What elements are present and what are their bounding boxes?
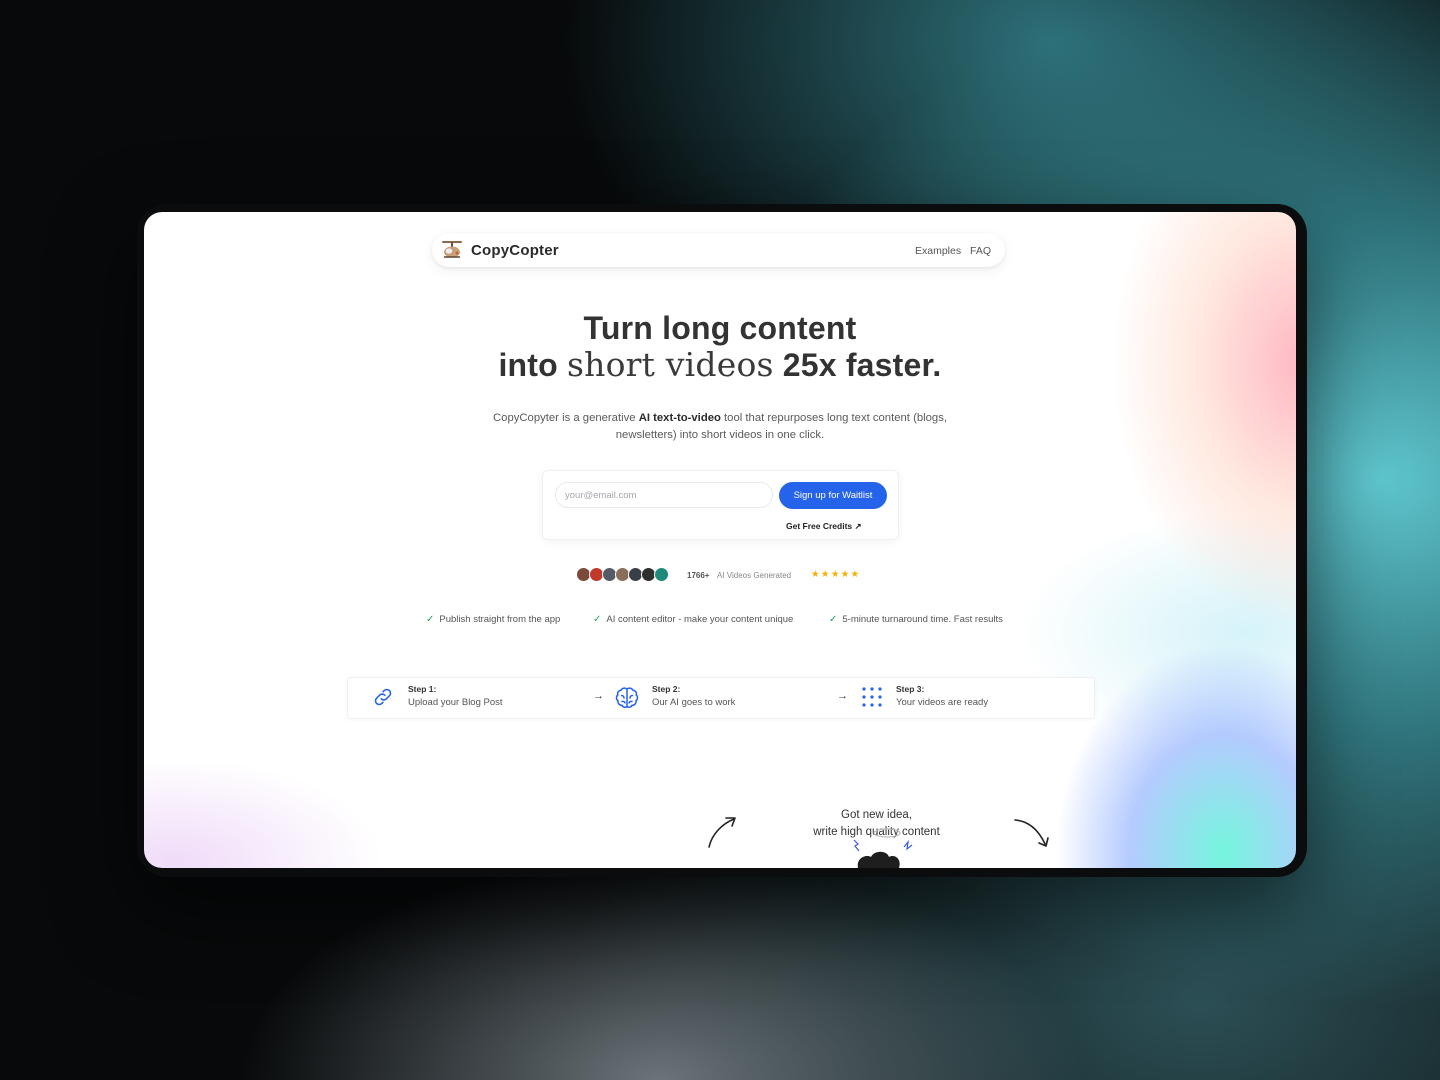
arrow-right-icon: → (837, 690, 848, 702)
link-icon (372, 686, 394, 713)
feature-label: Publish straight from the app (439, 614, 561, 625)
grid-dots-icon (861, 686, 883, 713)
hero-line-2-part-1: into (498, 347, 558, 383)
hero-title-line-2: into short videos 25x faster. (144, 345, 1296, 384)
videos-generated-label: AI Videos Generated (717, 571, 792, 580)
check-icon: ✓ (426, 614, 435, 625)
arrow-up-right-icon: ↗ (854, 521, 862, 531)
feature-label: 5-minute turnaround time. Fast results (842, 614, 1003, 625)
subtitle-bold: AI text-to-video (638, 412, 721, 424)
social-proof: 1766+ AI Videos Generated ★★★★★ (576, 567, 876, 583)
step-2-text: Our AI goes to work (652, 697, 736, 708)
helicopter-logo-icon[interactable] (440, 239, 464, 261)
curved-arrow-icon (1014, 819, 1049, 847)
browser-screen: CopyCopter Examples FAQ Turn long conten… (144, 212, 1296, 868)
step-3-title: Step 3: (896, 684, 925, 694)
feature-label: AI content editor - make your content un… (606, 614, 794, 625)
videos-generated-count: 1766+ (687, 571, 710, 580)
step-1-title: Step 1: (408, 684, 437, 694)
arrow-right-icon: → (593, 690, 604, 702)
sign-up-waitlist-button[interactable]: Sign up for Waitlist (779, 482, 887, 509)
waitlist-form: Sign up for Waitlist Get Free Credits ↗ (542, 470, 899, 540)
curved-arrow-icon (708, 817, 736, 848)
nav-link-faq[interactable]: FAQ (970, 245, 991, 257)
hero-line-2-part-2: 25x faster. (782, 347, 942, 383)
free-credits-label: Get Free Credits (786, 521, 853, 531)
check-icon: ✓ (593, 614, 602, 625)
brand-name[interactable]: CopyCopter (471, 242, 559, 259)
email-field[interactable] (555, 482, 773, 508)
subtitle-part-1: CopyCopyter is a generative (493, 412, 639, 424)
feature-item-publish: ✓ Publish straight from the app (426, 614, 560, 625)
star-rating-icon: ★★★★★ (811, 569, 861, 580)
feature-item-editor: ✓ AI content editor - make your content u… (593, 614, 793, 625)
hero-line-2-serif: short videos (567, 345, 774, 384)
brain-icon (614, 686, 640, 715)
hero-subtitle: CopyCopyter is a generative AI text-to-v… (470, 410, 970, 444)
step-2-title: Step 2: (652, 684, 681, 694)
step-1-text: Upload your Blog Post (408, 697, 503, 708)
avatar (654, 567, 669, 582)
steps-bar: Step 1: Upload your Blog Post → Step 2: … (347, 677, 1095, 719)
nav-link-examples[interactable]: Examples (915, 245, 961, 257)
check-icon: ✓ (829, 614, 838, 625)
step-3-text: Your videos are ready (896, 697, 989, 708)
feature-item-turnaround: ✓ 5-minute turnaround time. Fast results (829, 614, 1003, 625)
navbar: CopyCopter Examples FAQ (432, 233, 1005, 267)
get-free-credits-link[interactable]: Get Free Credits ↗ (786, 521, 862, 532)
thinking-cloud-icon (853, 828, 913, 868)
hero-title-line-1: Turn long content (583, 310, 857, 346)
